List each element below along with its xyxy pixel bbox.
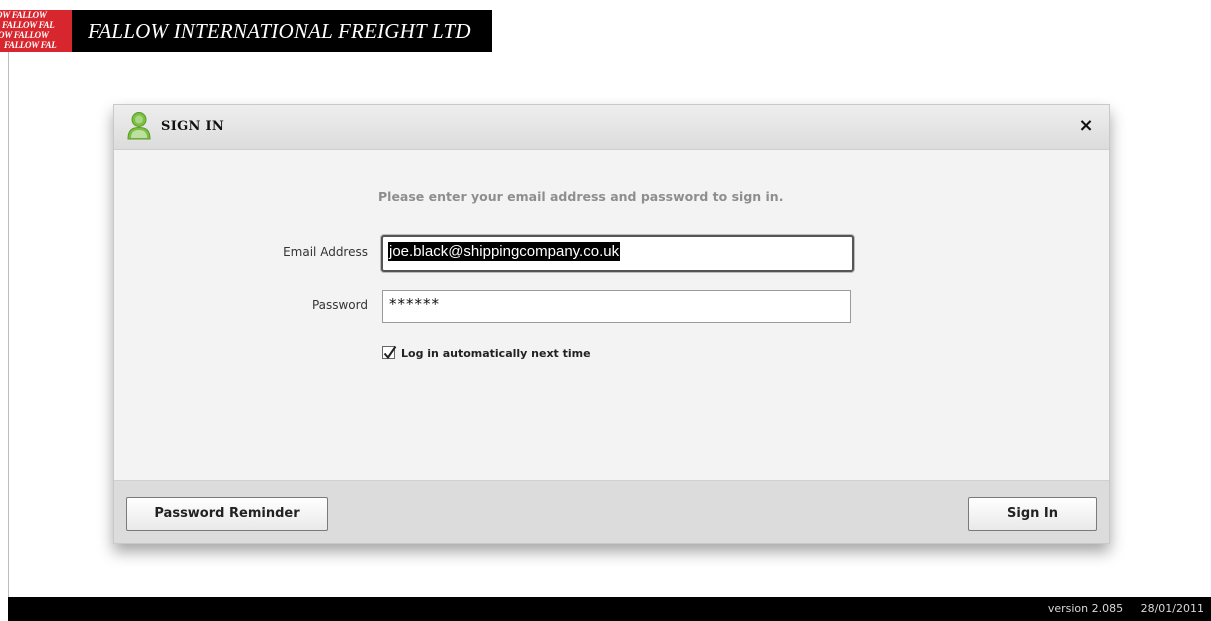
email-field[interactable]: joe.black@shippingcompany.co.uk <box>381 235 854 272</box>
email-label: Email Address <box>283 245 368 259</box>
logo-line: FALLOW FAL <box>4 40 57 50</box>
company-logo: OW FALLOW FALLOW FAL OW FALLOW FALLOW FA… <box>0 10 72 52</box>
footer-info: version 2.085 28/01/2011 <box>1048 602 1204 615</box>
password-value: ****** <box>389 295 440 313</box>
version-text: version 2.085 <box>1047 602 1124 615</box>
email-value: joe.black@shippingcompany.co.uk <box>388 242 621 261</box>
logo-line: FALLOW FAL <box>2 20 55 30</box>
auto-login-checkbox[interactable] <box>382 345 397 360</box>
status-bar: version 2.085 28/01/2011 <box>8 597 1211 621</box>
dialog-title-bar: SIGN IN × <box>114 105 1109 150</box>
sign-in-dialog: SIGN IN × Please enter your email addres… <box>113 104 1110 544</box>
sign-in-instructions: Please enter your email address and pass… <box>378 189 784 204</box>
dialog-title: SIGN IN <box>161 119 225 134</box>
page-left-border <box>8 52 9 597</box>
checkmark-icon <box>383 345 397 360</box>
logo-line: OW FALLOW <box>0 10 47 20</box>
logo-line: OW FALLOW <box>0 30 49 40</box>
dialog-footer: Password Reminder Sign In <box>114 480 1109 543</box>
close-icon[interactable]: × <box>1077 115 1095 137</box>
auto-login-label[interactable]: Log in automatically next time <box>401 347 591 360</box>
password-field[interactable]: ****** <box>382 290 851 323</box>
password-reminder-button[interactable]: Password Reminder <box>126 497 328 531</box>
password-label: Password <box>311 298 368 312</box>
app-header: OW FALLOW FALLOW FAL OW FALLOW FALLOW FA… <box>0 0 1211 52</box>
user-icon <box>126 111 152 141</box>
date-text: 28/01/2011 <box>1140 602 1204 615</box>
company-name: FALLOW INTERNATIONAL FREIGHT LTD <box>88 19 471 43</box>
sign-in-button[interactable]: Sign In <box>968 497 1097 531</box>
